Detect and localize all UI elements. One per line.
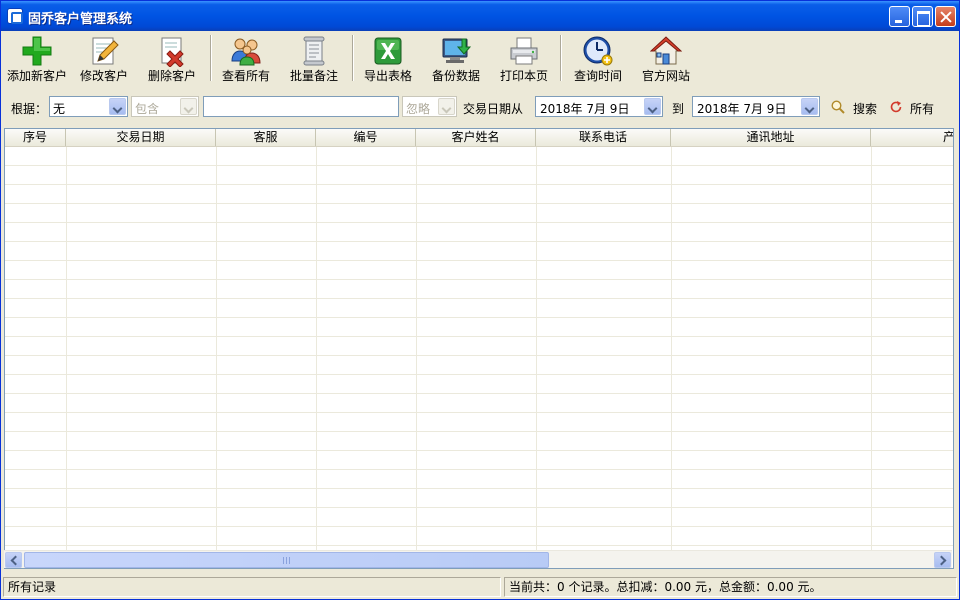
excel-export-icon <box>374 37 402 65</box>
column-divider <box>216 147 217 550</box>
export-table-button[interactable]: 导出表格 <box>360 33 416 83</box>
column-header-customer-name[interactable]: 客户姓名 <box>416 129 536 146</box>
column-divider <box>536 147 537 550</box>
customer-table[interactable]: 序号 交易日期 客服 编号 客户姓名 联系电话 通讯地址 产 <box>4 128 954 569</box>
match-select[interactable]: 包含 <box>131 96 199 117</box>
date-from-label: 交易日期从 <box>463 102 524 116</box>
edit-customer-button[interactable]: 修改客户 <box>76 33 132 83</box>
refresh-icon[interactable] <box>889 100 903 114</box>
close-button[interactable] <box>935 6 956 27</box>
toolbar-item-label: 删除客户 <box>147 69 196 83</box>
toolbar: 添加新客户 修改客户 删除客户 查看所有 批量备注 导出表格 备份数据 打印本页… <box>4 33 958 85</box>
column-header-code[interactable]: 编号 <box>316 129 416 146</box>
keyword-input[interactable] <box>203 96 399 117</box>
maximize-button[interactable] <box>912 6 933 27</box>
column-divider <box>416 147 417 550</box>
print-page-button[interactable]: 打印本页 <box>496 33 552 83</box>
toolbar-separator <box>560 35 562 81</box>
calendar-dropdown-icon[interactable] <box>644 98 661 115</box>
search-button[interactable]: 搜索 <box>853 100 877 117</box>
toolbar-separator <box>352 35 354 81</box>
toolbar-item-label: 批量备注 <box>289 69 338 83</box>
date-from-picker[interactable]: 2018年 7月 9日 <box>535 96 663 117</box>
toolbar-separator <box>210 35 212 81</box>
toolbar-item-label: 查看所有 <box>221 69 270 83</box>
date-from-value: 2018年 7月 9日 <box>540 102 630 116</box>
scroll-right-button[interactable] <box>934 552 951 568</box>
delete-customer-button[interactable]: 删除客户 <box>144 33 200 83</box>
column-header-product[interactable]: 产 <box>871 129 953 146</box>
query-time-button[interactable]: 查询时间 <box>570 33 626 83</box>
house-icon <box>650 36 682 65</box>
basis-label: 根据： <box>11 102 48 116</box>
printer-icon <box>510 37 538 65</box>
table-body[interactable] <box>5 147 953 550</box>
date-to-value: 2018年 7月 9日 <box>697 102 787 116</box>
column-divider <box>316 147 317 550</box>
calendar-dropdown-icon[interactable] <box>801 98 818 115</box>
main-window: 固乔客户管理系统 添加新客户 修改客户 删除客户 查看所有 批量备注 导出表格 … <box>0 0 960 600</box>
monitor-backup-icon <box>442 38 472 63</box>
search-bar: 根据： 无 包含 忽略 交易日期从 2018年 7月 9日 到 2018年 7月… <box>1 93 959 121</box>
column-header-service[interactable]: 客服 <box>216 129 316 146</box>
status-bar: 所有记录 当前共：0 个记录。总扣减：0.00 元，总金额：0.00 元。 <box>1 575 959 599</box>
grip-icon <box>283 557 292 564</box>
users-group-icon <box>231 38 261 66</box>
column-header-address[interactable]: 通讯地址 <box>671 129 871 146</box>
match-select-value: 包含 <box>135 102 160 116</box>
app-icon <box>7 8 23 24</box>
title-bar[interactable]: 固乔客户管理系统 <box>1 1 959 31</box>
minimize-button[interactable] <box>889 6 910 27</box>
batch-note-button[interactable]: 批量备注 <box>286 33 342 83</box>
show-all-button[interactable]: 所有 <box>910 100 934 117</box>
date-to-picker[interactable]: 2018年 7月 9日 <box>692 96 820 117</box>
chevron-down-icon[interactable] <box>438 98 455 115</box>
toolbar-item-label: 修改客户 <box>79 69 128 83</box>
clock-icon <box>583 36 613 66</box>
view-all-button[interactable]: 查看所有 <box>218 33 274 83</box>
backup-data-button[interactable]: 备份数据 <box>428 33 484 83</box>
delete-doc-icon <box>161 37 184 67</box>
scroll-left-button[interactable] <box>5 552 22 568</box>
status-summary: 当前共：0 个记录。总扣减：0.00 元，总金额：0.00 元。 <box>504 577 957 597</box>
official-site-button[interactable]: 官方网站 <box>638 33 694 83</box>
toolbar-item-label: 备份数据 <box>431 69 480 83</box>
horizontal-scrollbar[interactable] <box>4 550 952 568</box>
column-divider <box>871 147 872 550</box>
scroll-note-icon <box>303 36 325 66</box>
chevron-down-icon[interactable] <box>180 98 197 115</box>
scroll-thumb[interactable] <box>24 552 549 568</box>
toolbar-item-label: 导出表格 <box>363 69 412 83</box>
ignore-select-value: 忽略 <box>406 102 431 116</box>
column-divider <box>66 147 67 550</box>
add-plus-icon <box>22 36 52 66</box>
basis-select-value: 无 <box>53 102 66 116</box>
add-customer-button[interactable]: 添加新客户 <box>4 33 70 83</box>
date-to-label: 到 <box>672 102 685 116</box>
toolbar-item-label: 官方网站 <box>641 69 690 83</box>
column-header-index[interactable]: 序号 <box>5 129 66 146</box>
column-header-trade-date[interactable]: 交易日期 <box>66 129 216 146</box>
window-title: 固乔客户管理系统 <box>28 12 133 27</box>
column-divider <box>671 147 672 550</box>
chevron-down-icon[interactable] <box>109 98 126 115</box>
edit-pencil-icon <box>92 37 119 65</box>
column-header-phone[interactable]: 联系电话 <box>536 129 671 146</box>
search-icon[interactable] <box>831 100 845 114</box>
toolbar-item-label: 打印本页 <box>499 69 548 83</box>
basis-select[interactable]: 无 <box>49 96 128 117</box>
status-left: 所有记录 <box>3 577 501 597</box>
toolbar-item-label: 添加新客户 <box>6 69 67 83</box>
ignore-select[interactable]: 忽略 <box>402 96 457 117</box>
toolbar-item-label: 查询时间 <box>573 69 622 83</box>
table-header: 序号 交易日期 客服 编号 客户姓名 联系电话 通讯地址 产 <box>5 129 953 147</box>
